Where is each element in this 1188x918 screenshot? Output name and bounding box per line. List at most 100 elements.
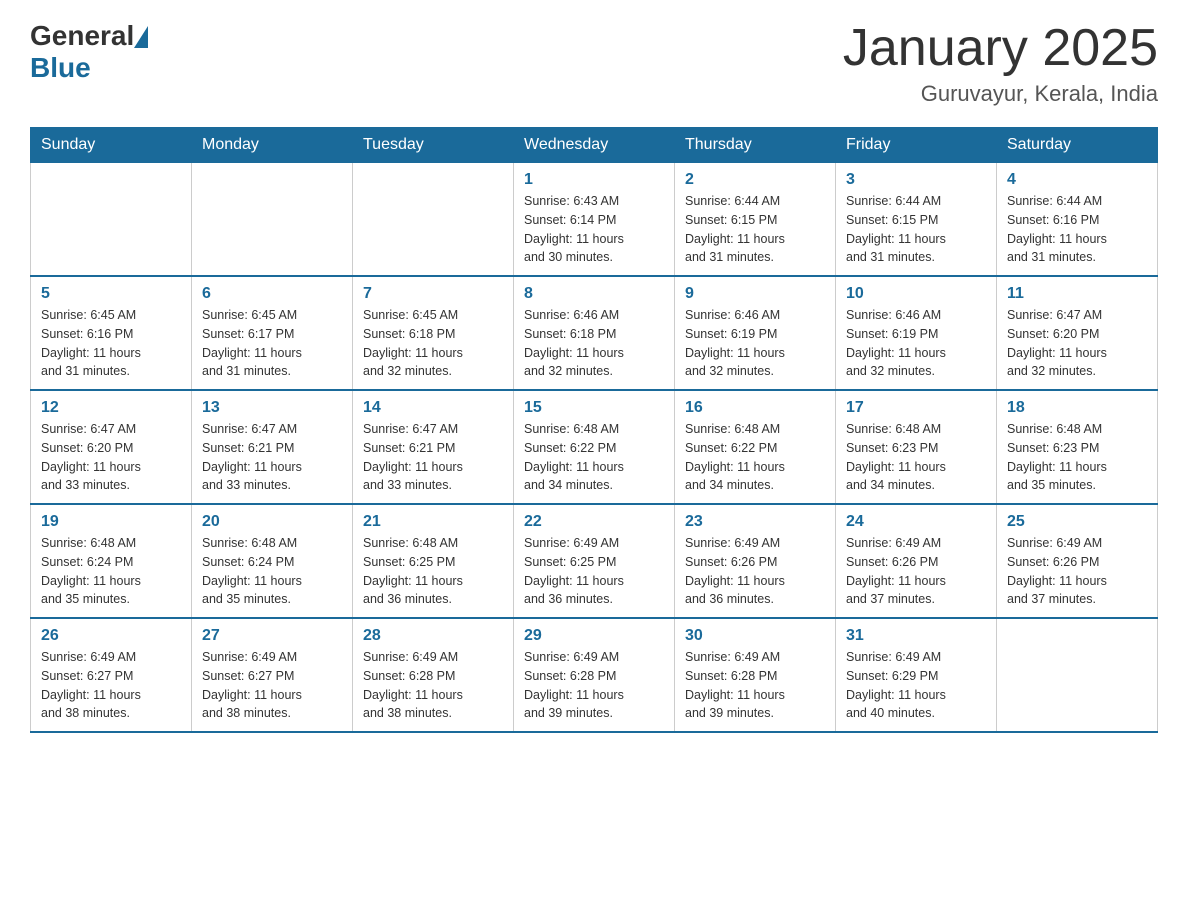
day-info: Sunrise: 6:49 AM Sunset: 6:27 PM Dayligh… bbox=[202, 648, 342, 723]
day-info: Sunrise: 6:48 AM Sunset: 6:25 PM Dayligh… bbox=[363, 534, 503, 609]
calendar-cell bbox=[192, 163, 353, 277]
day-info: Sunrise: 6:49 AM Sunset: 6:26 PM Dayligh… bbox=[685, 534, 825, 609]
day-number: 29 bbox=[524, 627, 664, 645]
day-info: Sunrise: 6:48 AM Sunset: 6:23 PM Dayligh… bbox=[846, 420, 986, 495]
day-number: 7 bbox=[363, 285, 503, 303]
calendar-cell: 22 Sunrise: 6:49 AM Sunset: 6:25 PM Dayli… bbox=[514, 504, 675, 618]
day-number: 18 bbox=[1007, 399, 1147, 417]
day-number: 3 bbox=[846, 171, 986, 189]
day-number: 15 bbox=[524, 399, 664, 417]
day-number: 20 bbox=[202, 513, 342, 531]
day-number: 9 bbox=[685, 285, 825, 303]
calendar-cell: 5Sunrise: 6:45 AM Sunset: 6:16 PM Daylig… bbox=[31, 276, 192, 390]
day-info: Sunrise: 6:47 AM Sunset: 6:20 PM Dayligh… bbox=[1007, 306, 1147, 381]
title-section: January 2025 Guruvayur, Kerala, India bbox=[843, 20, 1158, 107]
day-number: 2 bbox=[685, 171, 825, 189]
day-number: 6 bbox=[202, 285, 342, 303]
day-info: Sunrise: 6:49 AM Sunset: 6:28 PM Dayligh… bbox=[524, 648, 664, 723]
day-info: Sunrise: 6:49 AM Sunset: 6:29 PM Dayligh… bbox=[846, 648, 986, 723]
day-number: 26 bbox=[41, 627, 181, 645]
day-info: Sunrise: 6:48 AM Sunset: 6:24 PM Dayligh… bbox=[41, 534, 181, 609]
day-header-sunday: Sunday bbox=[31, 128, 192, 163]
calendar-week-row: 12 Sunrise: 6:47 AM Sunset: 6:20 PM Dayli… bbox=[31, 390, 1158, 504]
calendar-table: SundayMondayTuesdayWednesdayThursdayFrid… bbox=[30, 127, 1158, 733]
calendar-cell: 2 Sunrise: 6:44 AM Sunset: 6:15 PM Daylig… bbox=[675, 163, 836, 277]
day-info: Sunrise: 6:44 AM Sunset: 6:16 PM Dayligh… bbox=[1007, 192, 1147, 267]
day-number: 11 bbox=[1007, 285, 1147, 303]
day-number: 25 bbox=[1007, 513, 1147, 531]
calendar-cell: 4 Sunrise: 6:44 AM Sunset: 6:16 PM Daylig… bbox=[997, 163, 1158, 277]
day-header-friday: Friday bbox=[836, 128, 997, 163]
day-number: 21 bbox=[363, 513, 503, 531]
calendar-week-row: 26 Sunrise: 6:49 AM Sunset: 6:27 PM Dayli… bbox=[31, 618, 1158, 732]
calendar-cell: 3 Sunrise: 6:44 AM Sunset: 6:15 PM Daylig… bbox=[836, 163, 997, 277]
day-number: 1 bbox=[524, 171, 664, 189]
calendar-cell: 27 Sunrise: 6:49 AM Sunset: 6:27 PM Dayli… bbox=[192, 618, 353, 732]
day-number: 4 bbox=[1007, 171, 1147, 189]
calendar-cell: 30 Sunrise: 6:49 AM Sunset: 6:28 PM Dayli… bbox=[675, 618, 836, 732]
day-number: 13 bbox=[202, 399, 342, 417]
day-info: Sunrise: 6:45 AM Sunset: 6:17 PM Dayligh… bbox=[202, 306, 342, 381]
calendar-cell: 9 Sunrise: 6:46 AM Sunset: 6:19 PM Daylig… bbox=[675, 276, 836, 390]
calendar-cell: 25 Sunrise: 6:49 AM Sunset: 6:26 PM Dayli… bbox=[997, 504, 1158, 618]
calendar-header-row: SundayMondayTuesdayWednesdayThursdayFrid… bbox=[31, 128, 1158, 163]
day-number: 30 bbox=[685, 627, 825, 645]
calendar-cell: 17 Sunrise: 6:48 AM Sunset: 6:23 PM Dayli… bbox=[836, 390, 997, 504]
calendar-cell: 1 Sunrise: 6:43 AM Sunset: 6:14 PM Daylig… bbox=[514, 163, 675, 277]
calendar-cell: 6 Sunrise: 6:45 AM Sunset: 6:17 PM Daylig… bbox=[192, 276, 353, 390]
calendar-week-row: 5Sunrise: 6:45 AM Sunset: 6:16 PM Daylig… bbox=[31, 276, 1158, 390]
day-info: Sunrise: 6:44 AM Sunset: 6:15 PM Dayligh… bbox=[846, 192, 986, 267]
day-info: Sunrise: 6:48 AM Sunset: 6:22 PM Dayligh… bbox=[524, 420, 664, 495]
day-info: Sunrise: 6:47 AM Sunset: 6:21 PM Dayligh… bbox=[363, 420, 503, 495]
calendar-cell: 11 Sunrise: 6:47 AM Sunset: 6:20 PM Dayli… bbox=[997, 276, 1158, 390]
day-number: 19 bbox=[41, 513, 181, 531]
calendar-title: January 2025 bbox=[843, 20, 1158, 77]
day-info: Sunrise: 6:49 AM Sunset: 6:26 PM Dayligh… bbox=[1007, 534, 1147, 609]
day-number: 27 bbox=[202, 627, 342, 645]
day-info: Sunrise: 6:47 AM Sunset: 6:21 PM Dayligh… bbox=[202, 420, 342, 495]
day-header-wednesday: Wednesday bbox=[514, 128, 675, 163]
calendar-cell: 13 Sunrise: 6:47 AM Sunset: 6:21 PM Dayli… bbox=[192, 390, 353, 504]
calendar-subtitle: Guruvayur, Kerala, India bbox=[843, 81, 1158, 107]
calendar-cell: 7Sunrise: 6:45 AM Sunset: 6:18 PM Daylig… bbox=[353, 276, 514, 390]
day-info: Sunrise: 6:49 AM Sunset: 6:25 PM Dayligh… bbox=[524, 534, 664, 609]
day-header-tuesday: Tuesday bbox=[353, 128, 514, 163]
day-info: Sunrise: 6:43 AM Sunset: 6:14 PM Dayligh… bbox=[524, 192, 664, 267]
day-header-saturday: Saturday bbox=[997, 128, 1158, 163]
calendar-cell bbox=[353, 163, 514, 277]
calendar-cell bbox=[31, 163, 192, 277]
day-number: 10 bbox=[846, 285, 986, 303]
day-info: Sunrise: 6:48 AM Sunset: 6:22 PM Dayligh… bbox=[685, 420, 825, 495]
day-info: Sunrise: 6:47 AM Sunset: 6:20 PM Dayligh… bbox=[41, 420, 181, 495]
day-info: Sunrise: 6:49 AM Sunset: 6:28 PM Dayligh… bbox=[685, 648, 825, 723]
day-number: 23 bbox=[685, 513, 825, 531]
day-number: 17 bbox=[846, 399, 986, 417]
calendar-cell: 28Sunrise: 6:49 AM Sunset: 6:28 PM Dayli… bbox=[353, 618, 514, 732]
day-info: Sunrise: 6:49 AM Sunset: 6:27 PM Dayligh… bbox=[41, 648, 181, 723]
calendar-cell: 8Sunrise: 6:46 AM Sunset: 6:18 PM Daylig… bbox=[514, 276, 675, 390]
calendar-cell: 18Sunrise: 6:48 AM Sunset: 6:23 PM Dayli… bbox=[997, 390, 1158, 504]
day-number: 12 bbox=[41, 399, 181, 417]
calendar-cell: 12 Sunrise: 6:47 AM Sunset: 6:20 PM Dayli… bbox=[31, 390, 192, 504]
calendar-cell: 10 Sunrise: 6:46 AM Sunset: 6:19 PM Dayli… bbox=[836, 276, 997, 390]
calendar-cell: 16Sunrise: 6:48 AM Sunset: 6:22 PM Dayli… bbox=[675, 390, 836, 504]
calendar-cell: 20Sunrise: 6:48 AM Sunset: 6:24 PM Dayli… bbox=[192, 504, 353, 618]
calendar-cell: 26 Sunrise: 6:49 AM Sunset: 6:27 PM Dayli… bbox=[31, 618, 192, 732]
calendar-cell: 23 Sunrise: 6:49 AM Sunset: 6:26 PM Dayli… bbox=[675, 504, 836, 618]
calendar-cell: 21 Sunrise: 6:48 AM Sunset: 6:25 PM Dayli… bbox=[353, 504, 514, 618]
day-header-thursday: Thursday bbox=[675, 128, 836, 163]
calendar-cell: 31Sunrise: 6:49 AM Sunset: 6:29 PM Dayli… bbox=[836, 618, 997, 732]
logo-blue-text: Blue bbox=[30, 52, 91, 83]
calendar-week-row: 1 Sunrise: 6:43 AM Sunset: 6:14 PM Daylig… bbox=[31, 163, 1158, 277]
logo-general-text: General bbox=[30, 20, 134, 52]
day-info: Sunrise: 6:44 AM Sunset: 6:15 PM Dayligh… bbox=[685, 192, 825, 267]
day-info: Sunrise: 6:46 AM Sunset: 6:19 PM Dayligh… bbox=[685, 306, 825, 381]
day-number: 22 bbox=[524, 513, 664, 531]
calendar-week-row: 19 Sunrise: 6:48 AM Sunset: 6:24 PM Dayli… bbox=[31, 504, 1158, 618]
day-number: 8 bbox=[524, 285, 664, 303]
logo: General Blue bbox=[30, 20, 148, 84]
day-info: Sunrise: 6:49 AM Sunset: 6:26 PM Dayligh… bbox=[846, 534, 986, 609]
day-number: 14 bbox=[363, 399, 503, 417]
day-info: Sunrise: 6:46 AM Sunset: 6:19 PM Dayligh… bbox=[846, 306, 986, 381]
calendar-cell: 19 Sunrise: 6:48 AM Sunset: 6:24 PM Dayli… bbox=[31, 504, 192, 618]
